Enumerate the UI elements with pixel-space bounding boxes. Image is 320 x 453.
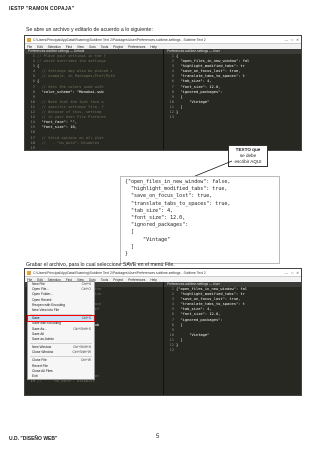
required-code-line: [ — [125, 229, 135, 236]
minimize-icon[interactable]: — — [285, 38, 288, 42]
file-menu-item-new-view-into-file[interactable]: New View into File — [28, 308, 94, 313]
required-code-line: "translate_tabs_to_spaces": true, — [125, 200, 231, 207]
right2-line-number: 13 — [169, 348, 174, 353]
left-pane: Preferences.sublime-settings — Default 1… — [25, 49, 164, 150]
menu-preferences[interactable]: Preferences — [128, 45, 145, 49]
left-code-line: // example, in Packages/Pref/Pyth — [37, 74, 115, 79]
menu-project[interactable]: Project — [113, 45, 123, 49]
file-menu-item-shortcut: Ctrl+S — [81, 316, 91, 321]
required-code-block: {"open_files_in_new_window": false, "hig… — [120, 176, 280, 264]
sublime-app-icon-2 — [27, 270, 31, 275]
minimize-icon[interactable]: — — [285, 271, 288, 275]
document-header: IESTP "RAMON COPAJA" — [9, 6, 75, 12]
window-title-2: C:\Users\Principal\AppData\Roaming\Subli… — [33, 270, 206, 275]
right-code-2[interactable]: 1 2 3 4 5 6 7 8 9 10 11 12 13 {"open_files_in_new_win… — [164, 287, 301, 353]
required-code-line: } — [125, 251, 129, 258]
close-icon[interactable]: ✕ — [296, 38, 299, 42]
left-code-line: "color_scheme": "Monokai.sub — [37, 89, 104, 94]
window-controls-2[interactable]: — □ ✕ — [285, 271, 301, 275]
file-menu-dropdown: New File Ctrl+N Open File... Ctrl+O Open Fol… — [27, 281, 95, 381]
left-code-line: // which overrides the settings — [37, 59, 106, 64]
left-code: 1 2 3 4 5 6 7 8 9 10 11 12 13 14 15 16 17 18 19// Place yo… — [25, 54, 163, 150]
menu-edit[interactable]: Edit — [37, 45, 43, 49]
intro-text: Se abre un archivo y editarlo de acuerdo… — [26, 27, 153, 33]
editor-screenshot-1: C:\Users\Principal\AppData\Roaming\Subli… — [24, 35, 302, 151]
menu-selection[interactable]: Selection — [48, 45, 61, 49]
left-line-number: 19 — [30, 145, 35, 150]
right2-code-line — [176, 348, 247, 353]
right-line-number: 13 — [169, 115, 174, 120]
file-menu-item-shortcut: Ctrl+Shift+S — [73, 326, 91, 331]
menu-separator — [30, 356, 92, 358]
left-code-line: // Sets the colors used with — [37, 84, 104, 89]
file-menu-item-shortcut: Ctrl+O — [81, 287, 91, 292]
file-menu-item-shortcut: Ctrl+Shift+W — [72, 350, 91, 355]
required-code-line: "font_size": 12.0, — [125, 215, 186, 222]
file-menu-item-exit[interactable]: Exit — [28, 374, 94, 379]
window-titlebar-2: C:\Users\Principal\AppData\Roaming\Subli… — [25, 269, 301, 277]
left-code-line: // Valid options on all plat — [37, 135, 104, 140]
window-title: C:\Users\Principal\AppData\Roaming\Subli… — [33, 37, 206, 42]
required-code-line: "save_on_focus_lost": true, — [125, 193, 213, 200]
menu-preferences[interactable]: Preferences — [128, 278, 145, 282]
file-menu-item-label: Close Window — [32, 350, 54, 355]
menu-help[interactable]: Help — [150, 278, 157, 282]
file-menu-item-shortcut: Ctrl+W — [80, 358, 91, 363]
menu-separator — [30, 314, 92, 316]
right-pane-2: Preferences.sublime-settings — User 1234… — [164, 282, 301, 395]
required-code-line: "tab_size": 4, — [125, 207, 174, 214]
required-code-line: ] — [125, 243, 135, 250]
window-controls[interactable]: — □ ✕ — [285, 38, 301, 42]
required-code-line: "highlight_modified_tabs": true, — [125, 186, 228, 193]
required-code-line: "ignored_packages": — [125, 222, 189, 229]
menu-tools[interactable]: Tools — [101, 45, 108, 49]
editor-screenshot-2: C:\Users\Principal\AppData\Roaming\Subli… — [24, 268, 302, 396]
menu-tools[interactable]: Tools — [101, 278, 108, 282]
file-menu-item-label: Save as Admin — [32, 336, 54, 341]
menu-file[interactable]: File — [27, 45, 32, 49]
required-code-line: {"open_files_in_new_window": false, — [125, 179, 231, 185]
menu-help[interactable]: Help — [150, 45, 157, 49]
file-menu-item-close-window[interactable]: Close Window Ctrl+Shift+W — [28, 350, 94, 355]
file-menu-item-save-as-admin[interactable]: Save as Admin — [28, 337, 94, 342]
close-icon[interactable]: ✕ — [296, 271, 299, 275]
right-code[interactable]: 1 2 3 4 5 6 7 8 9 10 11 12 13{ "open_files_in_new_wi… — [164, 54, 301, 120]
file-menu-item-label: New View into File — [32, 307, 60, 312]
required-code-line: "Vintage" — [125, 236, 171, 243]
page-number: 5 — [156, 434, 160, 440]
maximize-icon[interactable]: □ — [291, 271, 293, 275]
maximize-icon[interactable]: □ — [291, 38, 293, 42]
menu-find[interactable]: Find — [66, 45, 72, 49]
menu-project[interactable]: Project — [113, 278, 123, 282]
right-code-line — [176, 115, 249, 120]
sublime-app-icon — [27, 37, 31, 42]
right-pane: Preferences.sublime-settings — User 1234… — [164, 49, 301, 150]
window-titlebar: C:\Users\Principal\AppData\Roaming\Subli… — [25, 36, 301, 44]
footer-unit: U.D. "DISEÑO WEB" — [9, 436, 58, 442]
file-menu-item-label: Exit — [32, 374, 38, 378]
menu-view[interactable]: View — [77, 45, 84, 49]
left-code-line — [37, 146, 115, 150]
menu-separator — [30, 343, 92, 345]
menu-goto[interactable]: Goto — [89, 45, 96, 49]
